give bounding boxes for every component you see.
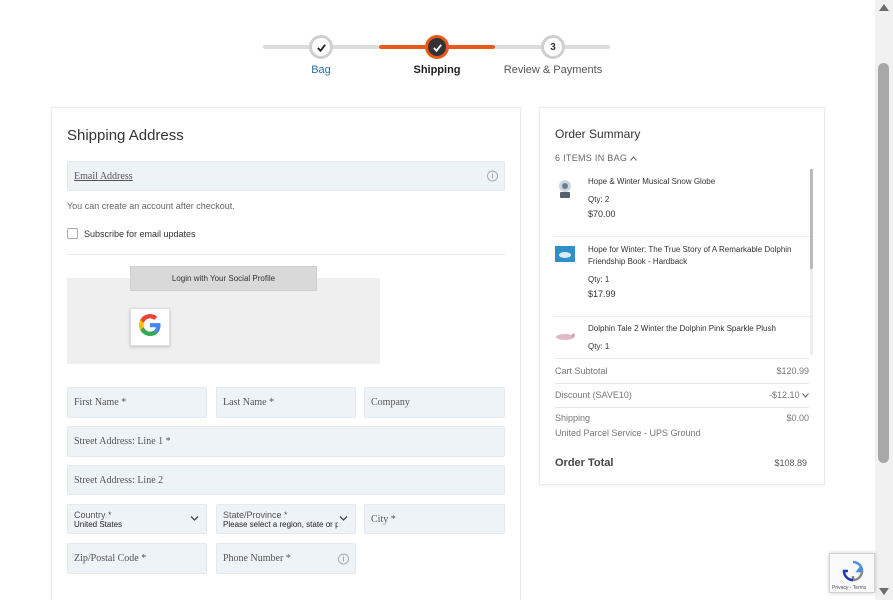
order-items-list: Hope & Winter Musical Snow Globe Qty: 2 … <box>554 169 812 355</box>
street-line2-field[interactable]: Street Address: Line 2 <box>67 465 505 495</box>
subscribe-checkbox[interactable] <box>67 228 78 239</box>
account-hint: You can create an account after checkout… <box>67 201 235 211</box>
country-select[interactable]: Country * United States <box>67 504 207 534</box>
item-qty: Qty: 1 <box>588 342 610 351</box>
last-name-field[interactable]: Last Name * <box>216 387 356 418</box>
discount-row[interactable]: Discount (SAVE10) -$12.10 <box>555 390 809 400</box>
company-field[interactable]: Company <box>364 387 505 418</box>
item-name: Dolphin Tale 2 Winter the Dolphin Pink S… <box>588 324 776 333</box>
subscribe-row[interactable]: Subscribe for email updates <box>67 228 196 239</box>
item-price: $70.00 <box>588 209 616 219</box>
list-item: Dolphin Tale 2 Winter the Dolphin Pink S… <box>554 323 810 355</box>
step-shipping-label: Shipping <box>413 64 461 76</box>
email-placeholder: Email Address <box>74 170 133 182</box>
order-summary-panel: Order Summary 6 ITEMS IN BAG Hope & Wint… <box>539 107 825 485</box>
shipping-address-title: Shipping Address <box>67 127 184 144</box>
first-name-field[interactable]: First Name * <box>67 387 207 418</box>
checkout-progress-stepper: 3 Bag Shipping Review & Payments <box>263 33 610 78</box>
item-qty: Qty: 1 <box>588 275 610 284</box>
order-summary-title: Order Summary <box>555 127 641 141</box>
step-bag-check-icon[interactable] <box>309 35 333 59</box>
state-label: State/Province * <box>223 509 288 520</box>
country-label: Country * <box>74 509 112 520</box>
page-scrollbar[interactable] <box>875 0 893 600</box>
book-thumbnail <box>555 246 575 266</box>
divider <box>67 254 505 255</box>
step-review-label: Review & Payments <box>503 64 603 76</box>
phone-field[interactable]: Phone Number * i <box>216 543 356 574</box>
order-total-value: $108.89 <box>774 458 807 468</box>
chevron-down-icon <box>339 514 348 525</box>
shipping-label: Shipping <box>555 413 591 423</box>
city-field[interactable]: City * <box>364 504 505 534</box>
last-name-placeholder: Last Name * <box>223 397 275 408</box>
shipping-method: United Parcel Service - UPS Ground <box>555 428 701 438</box>
divider <box>555 358 809 359</box>
state-value: Please select a region, state or prov <box>223 519 338 529</box>
phone-placeholder: Phone Number * <box>223 553 291 564</box>
company-placeholder: Company <box>371 397 410 408</box>
google-icon <box>139 313 161 341</box>
cart-subtotal-label: Cart Subtotal <box>555 366 608 376</box>
recaptcha-badge[interactable]: Privacy - Terms <box>829 553 875 593</box>
cart-subtotal-value: $120.99 <box>776 366 809 376</box>
list-item: Hope & Winter Musical Snow Globe Qty: 2 … <box>554 176 810 234</box>
plush-thumbnail <box>555 329 575 349</box>
item-name: Hope & Winter Musical Snow Globe <box>588 177 716 186</box>
chevron-up-icon <box>630 156 637 161</box>
shipping-value: $0.00 <box>786 413 809 423</box>
first-name-placeholder: First Name * <box>74 397 127 408</box>
items-in-bag-toggle[interactable]: 6 ITEMS IN BAG <box>555 153 637 163</box>
zip-placeholder: Zip/Postal Code * <box>74 553 147 564</box>
scroll-up-arrow-icon[interactable] <box>879 4 889 11</box>
info-icon[interactable]: i <box>487 170 498 182</box>
chevron-down-icon <box>190 514 199 525</box>
street-line2-placeholder: Street Address: Line 2 <box>74 474 164 486</box>
step-review-number: 3 <box>541 35 565 59</box>
items-scrollbar[interactable] <box>810 169 813 355</box>
zip-field[interactable]: Zip/Postal Code * <box>67 543 207 574</box>
city-placeholder: City * <box>371 513 396 525</box>
step-shipping-check-icon <box>425 35 449 59</box>
list-item: Hope for Winter: The True Story of A Rem… <box>554 244 810 310</box>
order-total-label: Order Total <box>555 457 614 469</box>
page-scroll-thumb[interactable] <box>878 63 889 463</box>
divider <box>554 316 810 317</box>
info-icon[interactable]: i <box>338 553 349 564</box>
street-line1-field[interactable]: Street Address: Line 1 * <box>67 426 505 457</box>
divider <box>555 407 809 408</box>
recaptcha-links[interactable]: Privacy - Terms <box>832 585 866 591</box>
social-login-button[interactable]: Login with Your Social Profile <box>130 266 317 291</box>
recaptcha-icon <box>842 560 864 582</box>
items-scroll-thumb[interactable] <box>810 169 813 269</box>
discount-label: Discount (SAVE10) <box>555 390 632 400</box>
google-login-button[interactable] <box>130 308 170 346</box>
state-select[interactable]: State/Province * Please select a region,… <box>216 504 356 534</box>
scroll-down-arrow-icon[interactable] <box>879 588 889 595</box>
shipping-row: Shipping $0.00 <box>555 413 809 423</box>
email-field[interactable]: Email Address i <box>67 161 505 191</box>
step-bag-label[interactable]: Bag <box>311 64 331 76</box>
shipping-address-panel: Shipping Address Email Address i You can… <box>51 107 521 600</box>
cart-subtotal-row: Cart Subtotal $120.99 <box>555 366 809 376</box>
street-line1-placeholder: Street Address: Line 1 * <box>74 436 171 447</box>
snow-globe-thumbnail <box>555 178 575 198</box>
discount-value[interactable]: -$12.10 <box>769 390 809 400</box>
country-value: United States <box>74 519 123 529</box>
item-name: Hope for Winter: The True Story of A Rem… <box>588 245 792 266</box>
chevron-down-icon <box>802 393 809 398</box>
subscribe-label[interactable]: Subscribe for email updates <box>84 229 196 239</box>
item-price: $17.99 <box>588 289 616 299</box>
divider <box>555 383 809 384</box>
divider <box>554 236 810 237</box>
item-qty: Qty: 2 <box>588 195 610 204</box>
